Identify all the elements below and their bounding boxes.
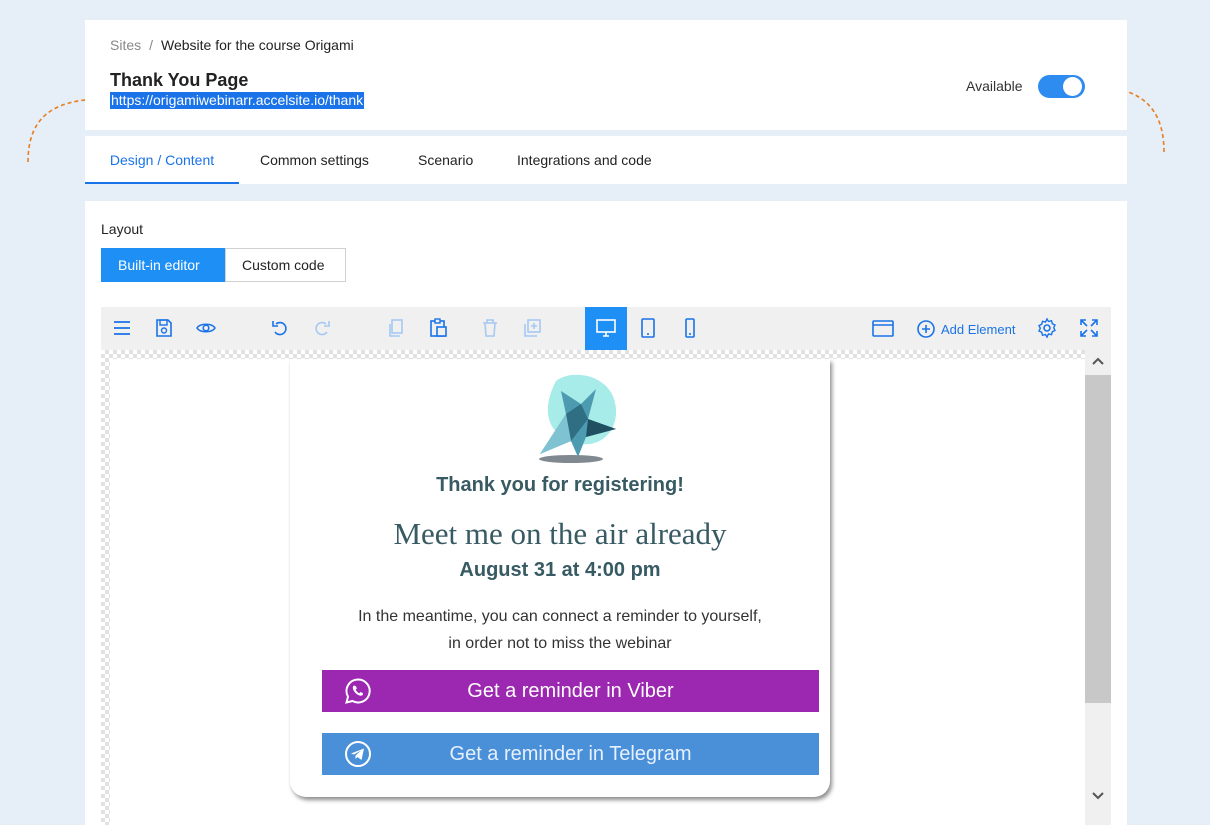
canvas-scrollbar[interactable] bbox=[1085, 350, 1111, 825]
thank-you-page-preview[interactable]: Thank you for registering! Meet me on th… bbox=[290, 359, 830, 797]
preview-description-line1: In the meantime, you can connect a remin… bbox=[358, 608, 762, 625]
main-panel: Layout Built-in editor Custom code Add E… bbox=[85, 201, 1127, 825]
page-header: Sites / Website for the course Origami Tha… bbox=[85, 20, 1127, 130]
fullscreen-icon[interactable] bbox=[1078, 317, 1100, 339]
browser-window-icon[interactable] bbox=[872, 317, 894, 339]
breadcrumb-current[interactable]: Website for the course Origami bbox=[161, 37, 354, 53]
redo-icon[interactable] bbox=[311, 317, 333, 339]
layout-label: Layout bbox=[101, 221, 144, 237]
save-icon[interactable] bbox=[153, 317, 175, 339]
tab-design-content[interactable]: Design / Content bbox=[85, 136, 239, 184]
tab-common-settings[interactable]: Common settings bbox=[260, 136, 369, 184]
plus-circle-icon bbox=[917, 320, 935, 338]
delete-icon[interactable] bbox=[479, 317, 501, 339]
copy-icon[interactable] bbox=[385, 317, 407, 339]
editor-toolbar: Add Element bbox=[101, 307, 1111, 350]
viber-reminder-button[interactable]: Get a reminder in Viber bbox=[322, 670, 819, 712]
preview-description: In the meantime, you can connect a remin… bbox=[290, 603, 830, 657]
preview-subheading: Meet me on the air already bbox=[393, 516, 727, 551]
custom-code-button[interactable]: Custom code bbox=[225, 248, 346, 282]
duplicate-icon[interactable] bbox=[521, 317, 543, 339]
tab-integrations-and-code[interactable]: Integrations and code bbox=[517, 136, 652, 184]
breadcrumb-sites-link[interactable]: Sites bbox=[110, 37, 141, 53]
tab-scenario[interactable]: Scenario bbox=[418, 136, 473, 184]
add-element-label: Add Element bbox=[941, 321, 1016, 337]
toggle-knob bbox=[1063, 77, 1082, 96]
editor-canvas[interactable]: Thank you for registering! Meet me on th… bbox=[101, 350, 1111, 825]
telegram-button-label: Get a reminder in Telegram bbox=[449, 743, 692, 765]
whatsapp-phone-icon bbox=[345, 678, 371, 704]
tablet-icon[interactable] bbox=[637, 317, 659, 339]
add-element-button[interactable]: Add Element bbox=[916, 318, 1015, 340]
tab-bar: Design / Content Common settings Scenari… bbox=[85, 136, 1127, 184]
preview-date: August 31 at 4:00 pm bbox=[459, 559, 661, 581]
telegram-icon bbox=[345, 741, 371, 767]
chevron-down-icon[interactable] bbox=[1091, 788, 1105, 802]
gear-icon[interactable] bbox=[1036, 317, 1058, 339]
page-url-link[interactable]: https://origamiwebinarr.accelsite.io/tha… bbox=[110, 92, 365, 109]
breadcrumb-separator: / bbox=[149, 37, 154, 53]
desktop-icon[interactable] bbox=[595, 317, 617, 339]
origami-logo-icon bbox=[539, 374, 617, 463]
paste-icon[interactable] bbox=[427, 317, 449, 339]
page-title: Thank You Page bbox=[110, 70, 249, 90]
preview-eye-icon[interactable] bbox=[195, 317, 217, 339]
breadcrumb: Sites / Website for the course Origami bbox=[110, 37, 354, 53]
preview-description-line2: in order not to miss the webinar bbox=[448, 635, 672, 652]
canvas-page-area: Thank you for registering! Meet me on th… bbox=[110, 359, 1085, 825]
available-label: Available bbox=[966, 78, 1023, 94]
telegram-reminder-button[interactable]: Get a reminder in Telegram bbox=[322, 733, 819, 775]
chevron-up-icon[interactable] bbox=[1091, 355, 1105, 369]
scrollbar-thumb[interactable] bbox=[1085, 375, 1111, 703]
available-toggle[interactable] bbox=[1038, 75, 1085, 98]
preview-heading: Thank you for registering! bbox=[436, 474, 684, 496]
built-in-editor-button[interactable]: Built-in editor bbox=[101, 248, 226, 282]
undo-icon[interactable] bbox=[269, 317, 291, 339]
mobile-icon[interactable] bbox=[679, 317, 701, 339]
menu-icon[interactable] bbox=[111, 317, 133, 339]
viber-button-label: Get a reminder in Viber bbox=[467, 680, 674, 702]
